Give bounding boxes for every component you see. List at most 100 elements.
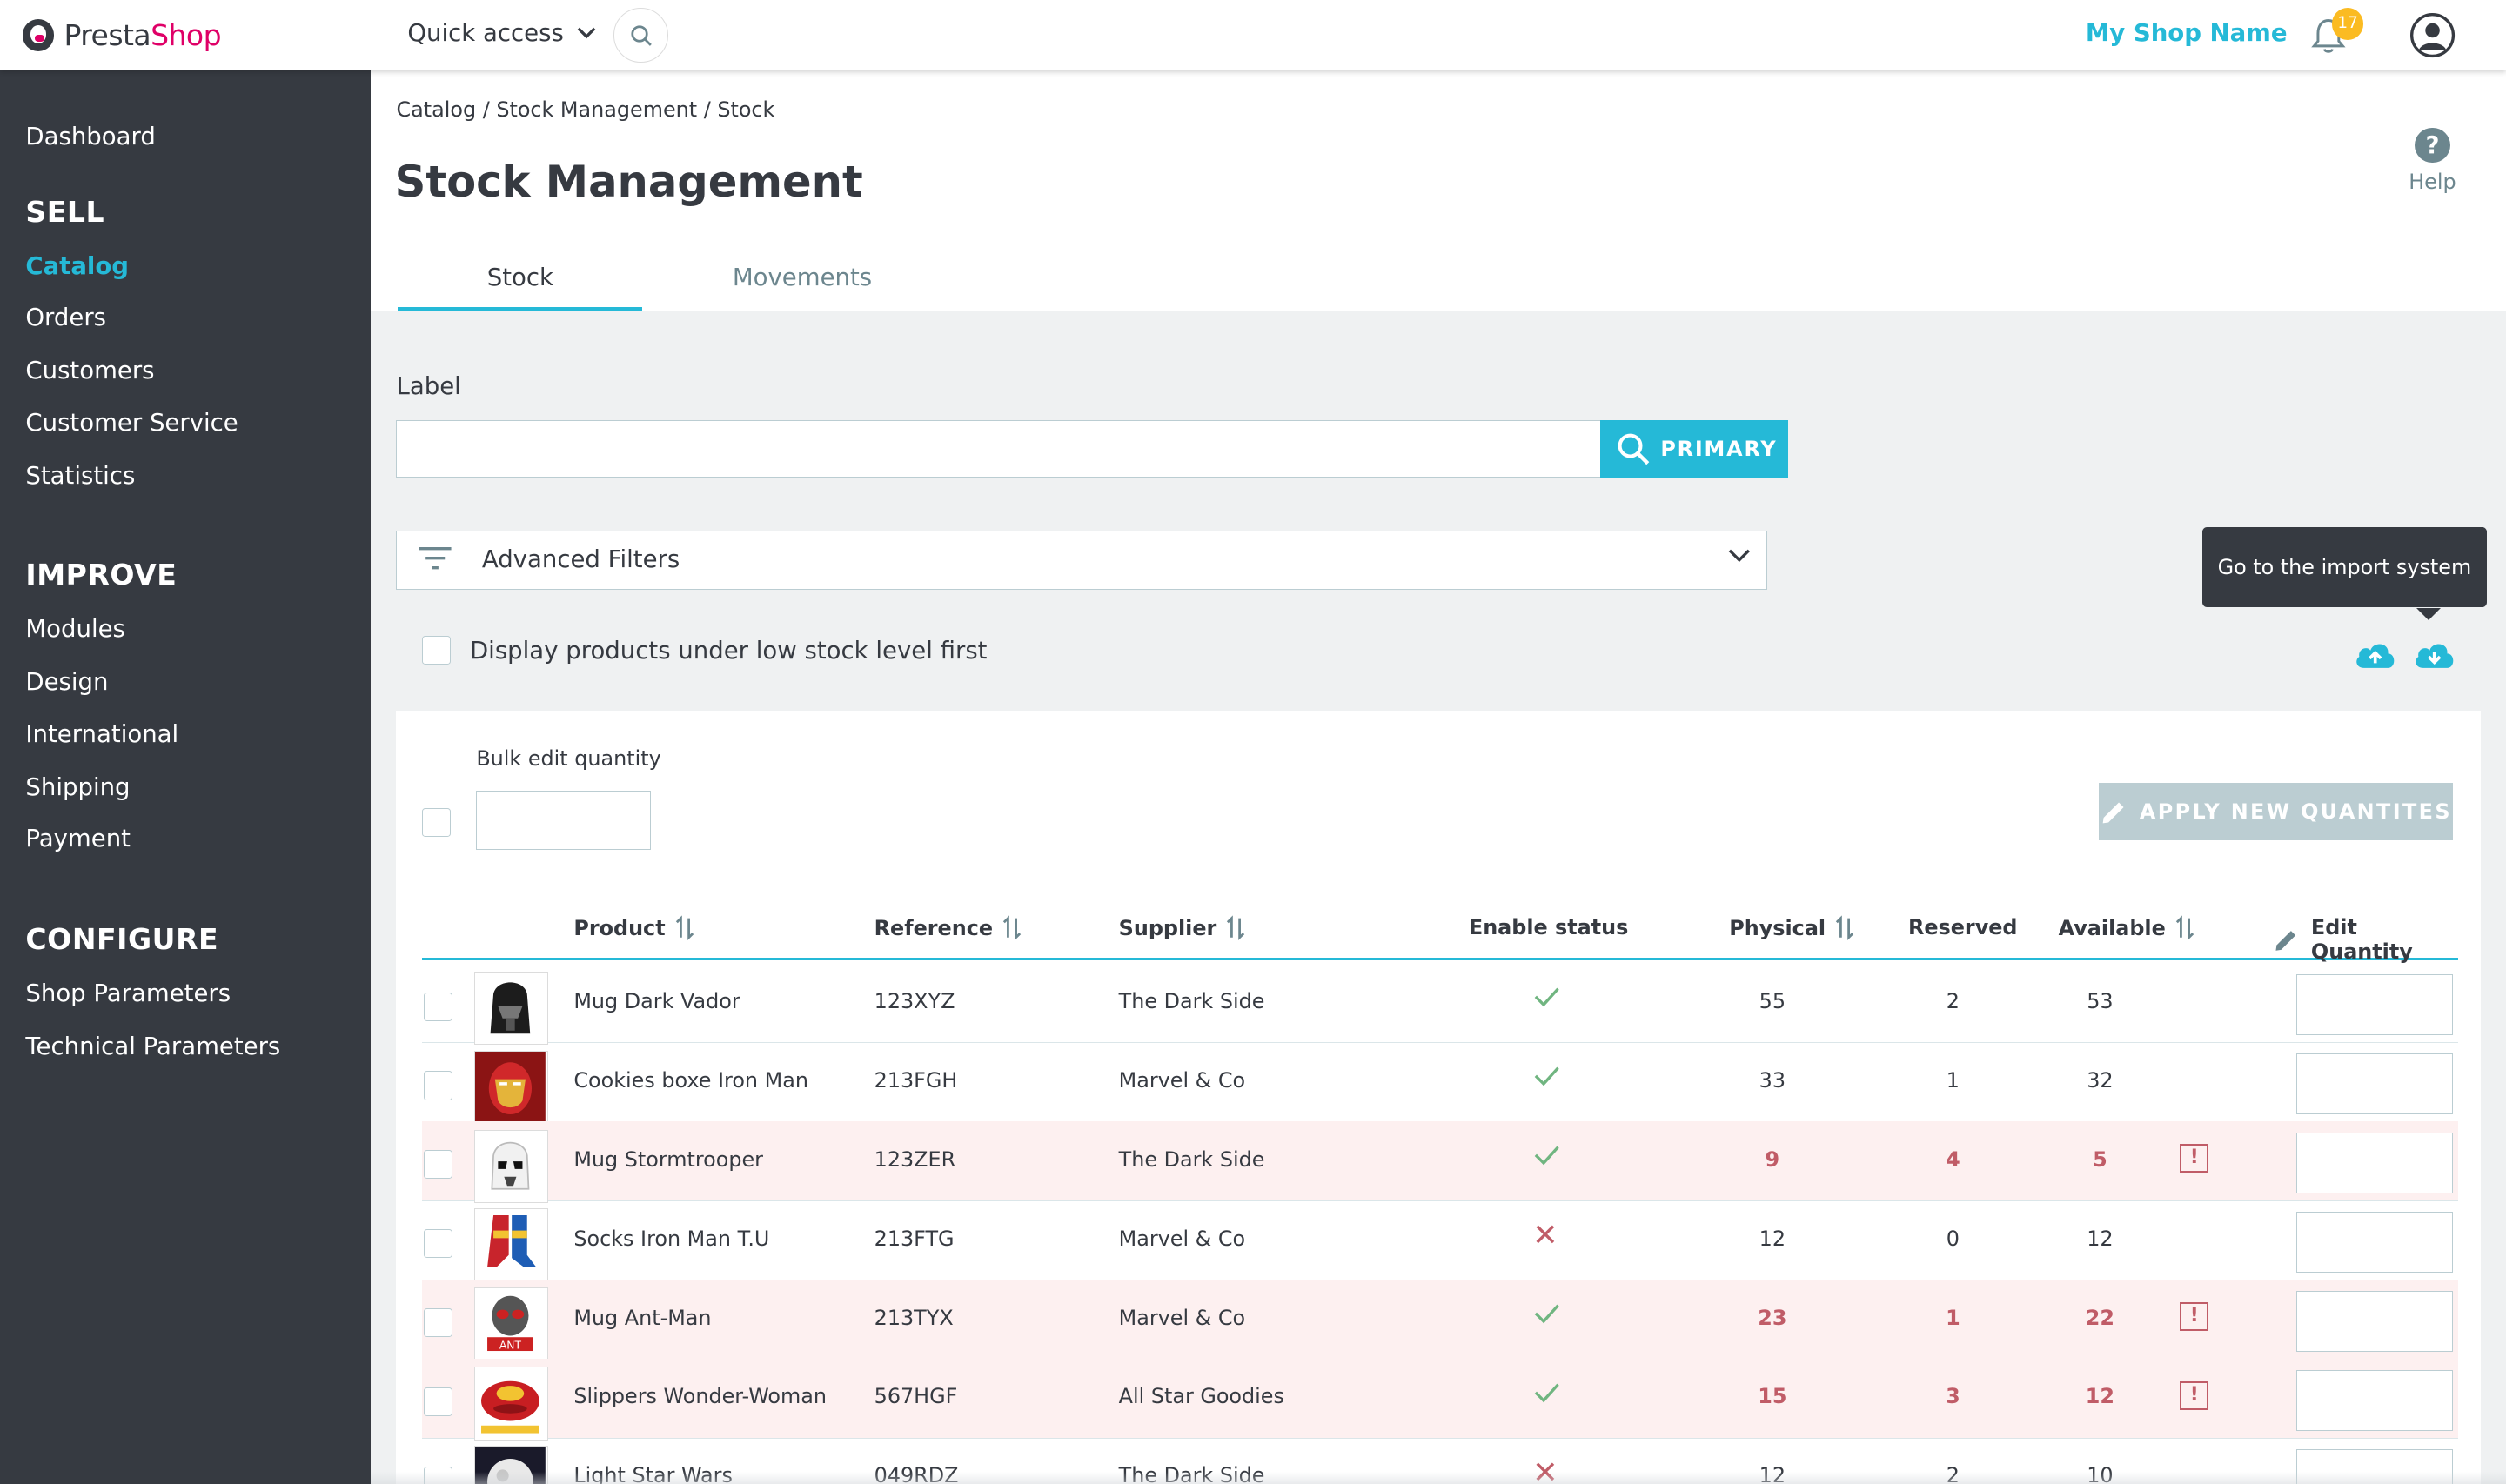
product-reference: 213TYX (874, 1305, 954, 1330)
shop-name-link[interactable]: My Shop Name (2086, 19, 2288, 47)
edit-quantity-input[interactable] (2296, 1291, 2454, 1352)
export-button[interactable] (2353, 638, 2397, 676)
product-supplier: Marvel & Co (1118, 1305, 1246, 1330)
product-name[interactable]: Mug Ant-Man (573, 1306, 711, 1330)
header-search-button[interactable] (613, 8, 668, 63)
profile-button[interactable] (2409, 11, 2456, 59)
edit-quantity-input[interactable] (2296, 1212, 2454, 1273)
page-title: Stock Management (394, 156, 863, 207)
product-name[interactable]: Socks Iron Man T.U (573, 1227, 769, 1251)
product-thumbnail (474, 1050, 548, 1125)
column-reserved: Reserved (1907, 915, 2018, 940)
sidebar-item-technical-parameters[interactable]: Technical Parameters (25, 1033, 280, 1060)
apply-quantities-button[interactable]: APPLY NEW QUANTITES (2098, 782, 2454, 841)
help-button[interactable]: ? Help (2403, 127, 2461, 194)
edit-quantity-input[interactable] (2296, 1053, 2454, 1115)
sort-icon (1835, 915, 1854, 941)
import-button[interactable] (2412, 638, 2456, 676)
low-stock-warning-icon: ! (2180, 1301, 2209, 1331)
sidebar-item-dashboard[interactable]: Dashboard (25, 123, 155, 150)
reserved-quantity: 1 (1946, 1067, 1960, 1093)
reserved-quantity: 1 (1946, 1305, 1960, 1330)
select-all-checkbox[interactable] (421, 808, 451, 838)
row-checkbox[interactable] (423, 992, 452, 1021)
quick-access-dropdown[interactable]: Quick access (407, 19, 595, 47)
available-quantity: 5 (2093, 1146, 2107, 1172)
breadcrumb[interactable]: Catalog / Stock Management / Stock (396, 97, 774, 122)
row-checkbox[interactable] (423, 1308, 452, 1338)
bulk-quantity-input[interactable] (476, 791, 651, 851)
column-edit-quantity: Edit Quantity (2273, 915, 2458, 964)
low-stock-warning-icon: ! (2180, 1144, 2209, 1173)
product-name[interactable]: Cookies boxe Iron Man (573, 1068, 808, 1093)
sidebar-item-shipping[interactable]: Shipping (25, 773, 130, 801)
edit-quantity-input[interactable] (2296, 974, 2454, 1036)
sidebar-item-shop-parameters[interactable]: Shop Parameters (25, 979, 231, 1007)
sidebar-section-improve: IMPROVE (25, 558, 178, 592)
search-input[interactable] (396, 420, 1602, 478)
product-thumbnail (474, 1367, 548, 1441)
tab-stock[interactable]: Stock (398, 264, 643, 312)
check-icon (1534, 1146, 1559, 1166)
low-stock-label: Display products under low stock level f… (469, 636, 988, 665)
reserved-quantity: 0 (1946, 1226, 1960, 1251)
sidebar-item-customers[interactable]: Customers (25, 357, 154, 384)
available-quantity: 12 (2085, 1384, 2114, 1409)
user-avatar-icon (2409, 12, 2455, 57)
pencil-icon (2275, 930, 2295, 951)
sidebar-item-design[interactable]: Design (25, 668, 108, 696)
table-row: Socks Iron Man T.U 213FTG Marvel & Co 12 0 12 (421, 1200, 2458, 1282)
column-available[interactable]: Available (2059, 915, 2194, 941)
low-stock-checkbox[interactable] (421, 636, 451, 665)
product-reference: 213FTG (874, 1226, 955, 1251)
cloud-upload-icon (2355, 644, 2394, 668)
column-physical[interactable]: Physical (1729, 915, 1854, 941)
row-checkbox[interactable] (423, 1387, 452, 1417)
table-row: ANT Mug Ant-Man 213TYX Marvel & Co 23 1 22! (421, 1280, 2458, 1361)
sidebar-item-international[interactable]: International (25, 720, 178, 748)
sidebar-item-statistics[interactable]: Statistics (25, 462, 135, 490)
product-supplier: All Star Goodies (1118, 1384, 1284, 1409)
physical-quantity: 12 (1759, 1226, 1786, 1251)
row-checkbox[interactable] (423, 1229, 452, 1259)
sort-icon (675, 915, 694, 941)
sidebar-item-orders[interactable]: Orders (25, 304, 106, 331)
reserved-quantity: 2 (1946, 988, 1960, 1013)
sidebar-item-payment[interactable]: Payment (25, 825, 131, 852)
advanced-filters-toggle[interactable]: Advanced Filters (396, 530, 1768, 590)
sidebar-item-customer-service[interactable]: Customer Service (25, 409, 238, 437)
table-row: Mug Stormtrooper 123ZER The Dark Side 9 4 5! (421, 1121, 2458, 1204)
row-checkbox[interactable] (423, 1150, 452, 1180)
product-name[interactable]: Mug Dark Vador (573, 989, 740, 1013)
sidebar-item-modules[interactable]: Modules (25, 615, 125, 643)
product-name[interactable]: Mug Stormtrooper (573, 1147, 763, 1172)
product-name[interactable]: Slippers Wonder-Woman (573, 1384, 827, 1408)
edit-quantity-input[interactable] (2296, 1133, 2454, 1193)
sidebar-item-catalog[interactable]: Catalog (25, 252, 129, 280)
import-tooltip: Go to the import system (2201, 527, 2487, 620)
chevron-down-icon (577, 27, 595, 39)
available-quantity: 53 (2087, 988, 2114, 1013)
row-checkbox[interactable] (423, 1071, 452, 1100)
page-header: Catalog / Stock Management / Stock Stock… (371, 70, 2506, 312)
edit-quantity-input[interactable] (2296, 1369, 2454, 1431)
physical-quantity: 33 (1759, 1067, 1786, 1093)
product-reference: 213FGH (874, 1067, 958, 1093)
svg-text:ANT: ANT (499, 1340, 522, 1352)
column-supplier[interactable]: Supplier (1119, 915, 1246, 941)
product-supplier: Marvel & Co (1118, 1226, 1246, 1251)
check-icon (1534, 1304, 1559, 1324)
reserved-quantity: 3 (1946, 1384, 1960, 1409)
low-stock-option[interactable]: Display products under low stock level f… (421, 636, 988, 665)
main-content: Catalog / Stock Management / Stock Stock… (371, 70, 2506, 1484)
sidebar-section-configure: CONFIGURE (25, 921, 219, 956)
column-reference[interactable]: Reference (874, 915, 1022, 941)
column-product[interactable]: Product (573, 915, 694, 941)
sidebar: Dashboard SELL Catalog Orders Customers … (0, 70, 372, 1484)
reserved-quantity: 4 (1946, 1146, 1960, 1172)
low-stock-warning-icon: ! (2180, 1380, 2209, 1410)
prestashop-logo[interactable]: PrestaShop (22, 17, 222, 52)
tab-movements[interactable]: Movements (642, 264, 962, 291)
table-row: Mug Dark Vador 123XYZ The Dark Side 55 2 53 (421, 964, 2458, 1046)
search-button[interactable]: PRIMARY (1599, 420, 1789, 478)
